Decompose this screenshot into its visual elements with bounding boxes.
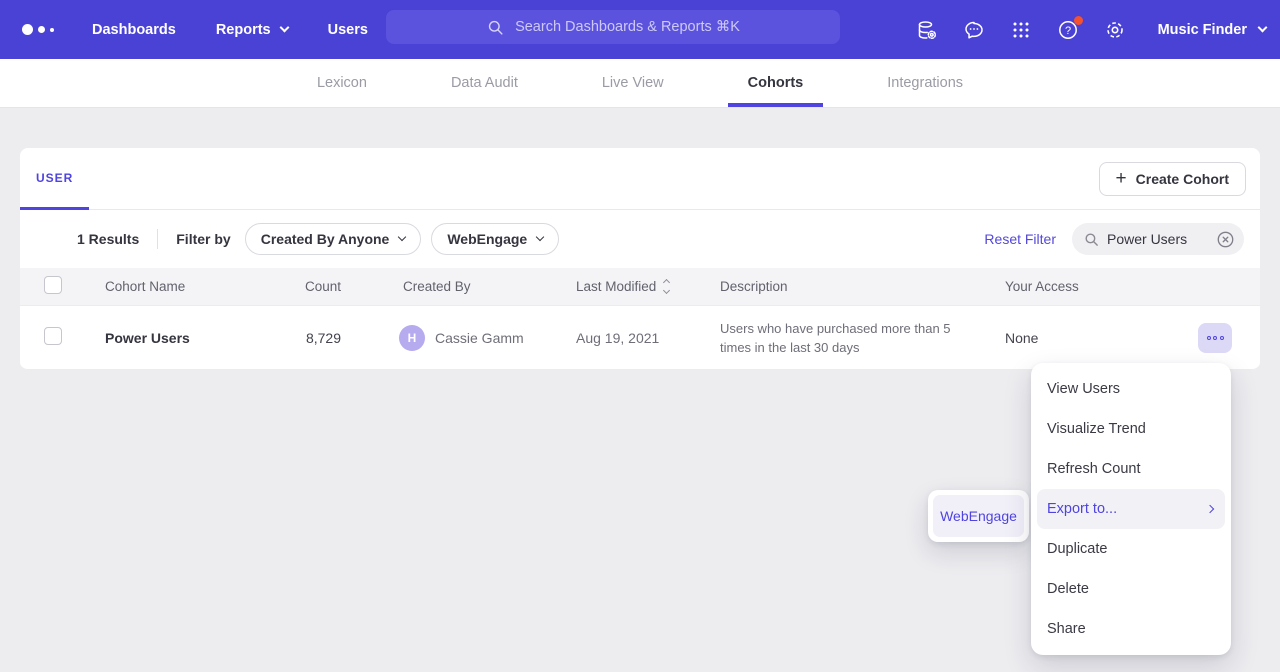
- your-access-value: None: [1005, 330, 1198, 346]
- cohort-search-box[interactable]: [1072, 223, 1244, 255]
- chevron-down-icon: [279, 23, 289, 33]
- search-icon: [1083, 231, 1100, 248]
- export-submenu: WebEngage: [928, 490, 1029, 542]
- more-options-icon[interactable]: [1198, 323, 1232, 353]
- settings-gear-icon[interactable]: [1103, 18, 1127, 42]
- filter-bar: 1 Results Filter by Created By Anyone We…: [20, 210, 1260, 268]
- svg-text:?: ?: [1065, 24, 1071, 36]
- search-icon: [486, 18, 505, 37]
- project-selector[interactable]: Music Finder: [1158, 22, 1266, 38]
- global-search-bar[interactable]: Search Dashboards & Reports ⌘K: [386, 10, 840, 44]
- secondary-tab-bar: Lexicon Data Audit Live View Cohorts Int…: [0, 59, 1280, 108]
- data-management-icon[interactable]: [915, 18, 939, 42]
- created-by-name: Cassie Gamm: [435, 330, 524, 346]
- create-cohort-button[interactable]: + Create Cohort: [1099, 162, 1246, 196]
- menu-item-share[interactable]: Share: [1031, 609, 1231, 649]
- column-your-access: Your Access: [1005, 279, 1198, 294]
- column-count: Count: [255, 279, 341, 294]
- tab-integrations[interactable]: Integrations: [867, 59, 983, 107]
- chevron-down-icon: [398, 233, 406, 241]
- help-icon[interactable]: ?: [1056, 18, 1080, 42]
- menu-item-export-to[interactable]: Export to...: [1037, 489, 1225, 529]
- column-last-modified[interactable]: Last Modified: [576, 279, 720, 294]
- results-count: 1 Results: [77, 231, 139, 247]
- mixpanel-dots-logo[interactable]: [22, 24, 54, 35]
- filter-right-group: Reset Filter: [984, 223, 1244, 255]
- menu-item-refresh-count[interactable]: Refresh Count: [1031, 449, 1231, 489]
- chevron-right-icon: [1206, 505, 1214, 513]
- feedback-chat-icon[interactable]: [962, 18, 986, 42]
- chevron-down-icon: [536, 233, 544, 241]
- chevron-down-icon: [1258, 23, 1268, 33]
- plus-icon: +: [1116, 169, 1127, 188]
- tab-cohorts[interactable]: Cohorts: [728, 59, 824, 107]
- column-description: Description: [720, 279, 1005, 294]
- cohort-name[interactable]: Power Users: [105, 330, 255, 346]
- submenu-item-webengage[interactable]: WebEngage: [933, 495, 1024, 537]
- notification-dot: [1074, 16, 1083, 25]
- divider: [157, 229, 158, 249]
- nav-item-reports[interactable]: Reports: [216, 22, 288, 38]
- sort-icon: [664, 280, 669, 293]
- cohort-count: 8,729: [255, 330, 341, 346]
- table-header: Cohort Name Count Created By Last Modifi…: [20, 268, 1260, 306]
- reset-filter-link[interactable]: Reset Filter: [984, 231, 1056, 247]
- column-created-by: Created By: [341, 279, 576, 294]
- menu-item-view-users[interactable]: View Users: [1031, 369, 1231, 409]
- select-all-checkbox[interactable]: [44, 276, 62, 294]
- tab-lexicon[interactable]: Lexicon: [297, 59, 387, 107]
- top-navigation-bar: Dashboards Reports Users Search Dashboar…: [0, 0, 1280, 59]
- nav-item-dashboards[interactable]: Dashboards: [92, 22, 176, 38]
- last-modified-date: Aug 19, 2021: [576, 330, 720, 346]
- source-filter-dropdown[interactable]: WebEngage: [431, 223, 559, 255]
- menu-item-duplicate[interactable]: Duplicate: [1031, 529, 1231, 569]
- cohorts-card: USER + Create Cohort 1 Results Filter by…: [20, 148, 1260, 370]
- avatar: H: [399, 325, 425, 351]
- primary-nav: Dashboards Reports Users: [92, 22, 368, 38]
- clear-search-icon[interactable]: [1216, 230, 1235, 249]
- tab-user-cohorts[interactable]: USER: [20, 148, 89, 210]
- tab-data-audit[interactable]: Data Audit: [431, 59, 538, 107]
- topnav-right-group: ? Music Finder: [915, 0, 1266, 59]
- row-context-menu: View Users Visualize Trend Refresh Count…: [1031, 363, 1231, 655]
- nav-item-users[interactable]: Users: [328, 22, 368, 38]
- created-by-cell: H Cassie Gamm: [341, 325, 576, 351]
- row-checkbox[interactable]: [44, 327, 62, 345]
- apps-grid-icon[interactable]: [1009, 18, 1033, 42]
- global-search-placeholder: Search Dashboards & Reports ⌘K: [515, 19, 740, 35]
- menu-item-delete[interactable]: Delete: [1031, 569, 1231, 609]
- column-cohort-name: Cohort Name: [105, 279, 255, 294]
- created-by-dropdown[interactable]: Created By Anyone: [245, 223, 422, 255]
- cohort-description: Users who have purchased more than 5 tim…: [720, 319, 1005, 357]
- filter-by-label: Filter by: [176, 231, 230, 247]
- tab-live-view[interactable]: Live View: [582, 59, 684, 107]
- table-row[interactable]: Power Users 8,729 H Cassie Gamm Aug 19, …: [20, 306, 1260, 370]
- cohort-search-input[interactable]: [1107, 231, 1209, 247]
- menu-item-visualize-trend[interactable]: Visualize Trend: [1031, 409, 1231, 449]
- card-header: USER + Create Cohort: [20, 148, 1260, 210]
